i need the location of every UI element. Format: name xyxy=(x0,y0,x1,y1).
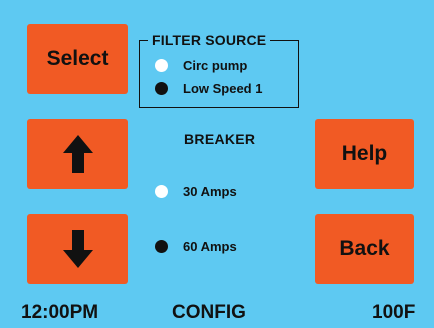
down-button[interactable] xyxy=(27,214,128,284)
filter-source-option-label: Low Speed 1 xyxy=(183,81,263,96)
breaker-option-60-amps[interactable]: 60 Amps xyxy=(155,239,237,254)
help-button-label: Help xyxy=(341,142,388,165)
help-button[interactable]: Help xyxy=(315,119,414,189)
status-mode: CONFIG xyxy=(172,302,246,323)
back-button-label: Back xyxy=(339,237,390,260)
filter-source-option-circ-pump[interactable]: Circ pump xyxy=(155,58,247,73)
filter-source-option-label: Circ pump xyxy=(183,58,248,73)
up-button[interactable] xyxy=(27,119,128,189)
arrow-down-icon xyxy=(62,230,93,268)
select-button-label: Select xyxy=(46,47,109,70)
status-time: 12:00PM xyxy=(21,302,99,323)
arrow-up-icon xyxy=(62,135,93,173)
back-button[interactable]: Back xyxy=(315,214,414,284)
breaker-option-label: 60 Amps xyxy=(183,239,237,254)
select-button[interactable]: Select xyxy=(27,24,128,94)
radio-selected-icon xyxy=(155,240,168,253)
filter-source-group: FILTER SOURCE xyxy=(139,32,299,108)
radio-selected-icon xyxy=(155,82,168,95)
breaker-option-label: 30 Amps xyxy=(183,184,237,199)
radio-unselected-icon xyxy=(155,185,168,198)
filter-source-option-low-speed-1[interactable]: Low Speed 1 xyxy=(155,81,262,96)
breaker-option-30-amps[interactable]: 30 Amps xyxy=(155,184,237,199)
breaker-title: BREAKER xyxy=(184,131,256,147)
radio-unselected-icon xyxy=(155,59,168,72)
status-temperature: 100F xyxy=(372,302,416,323)
filter-source-title: FILTER SOURCE xyxy=(148,32,271,48)
